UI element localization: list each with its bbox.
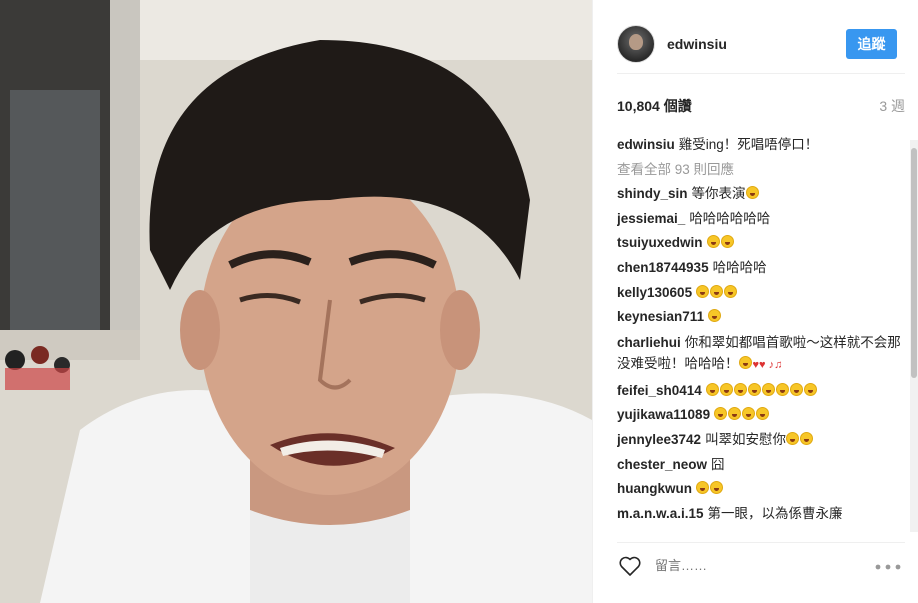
list-item: keynesian711 — [617, 305, 902, 330]
laugh-emoji-icon — [710, 284, 724, 298]
laugh-emoji-icon — [696, 284, 710, 298]
comment-bar — [617, 542, 905, 588]
laugh-emoji-icon — [719, 382, 733, 396]
smile-emoji-icon — [745, 186, 759, 200]
laugh-emoji-icon — [705, 382, 719, 396]
selfie-photo-illustration — [0, 0, 592, 603]
laugh-emoji-icon — [708, 309, 722, 323]
post-stats: 10,804 個讚 3 週 — [617, 96, 905, 116]
post-side-panel: edwinsiu 追蹤 10,804 個讚 3 週 edwinsiu 雞受ing！… — [592, 0, 918, 603]
comment-text: 囧 — [711, 456, 725, 472]
laugh-emoji-icon — [714, 407, 728, 421]
comment-username[interactable]: m.a.n.w.a.i.15 — [617, 506, 704, 521]
laugh-emoji-icon — [742, 407, 756, 421]
laugh-emoji-icon — [710, 481, 723, 495]
more-options-icon[interactable] — [875, 557, 901, 575]
laugh-emoji-icon — [724, 284, 738, 298]
comment-username[interactable]: shindy_sin — [617, 186, 688, 201]
list-item: yujikawa11089 — [617, 403, 902, 428]
comment-username[interactable]: tsuiyuxedwin — [617, 235, 703, 250]
laugh-emoji-icon — [747, 382, 761, 396]
post-header: edwinsiu 追蹤 — [617, 14, 905, 74]
comment-username[interactable]: keynesian711 — [617, 309, 704, 324]
list-item: shindy_sin 等你表演 — [617, 182, 902, 207]
comment-username[interactable]: chen18744935 — [617, 260, 709, 275]
hearts-guitar-mic-music-icons: ♥♥ ♪♫ — [752, 358, 783, 371]
laugh-emoji-icon — [720, 235, 734, 249]
list-item: huangkwun — [617, 477, 902, 502]
likes-count[interactable]: 10,804 個讚 — [617, 96, 692, 116]
laugh-emoji-icon — [800, 431, 814, 445]
laugh-emoji-icon — [738, 355, 752, 369]
laugh-emoji-icon — [696, 481, 709, 495]
comment-username[interactable]: jessiemai_ — [617, 211, 685, 226]
list-item: chester_neow 囧 — [617, 453, 902, 478]
list-item: tsuiyuxedwin — [617, 231, 902, 256]
laugh-emoji-icon — [789, 382, 803, 396]
comment-text: 第一眼，以為係曹永廉 — [707, 505, 843, 521]
comment-username[interactable]: yujikawa11089 — [617, 407, 710, 422]
comment-username[interactable]: huangkwun — [617, 481, 692, 496]
list-item: charliehui 你和翠如都唱首歌啦～这样就不会那没难受啦！哈哈哈！ ♥♥ ♪♫ — [617, 332, 902, 376]
laugh-emoji-icon — [775, 382, 789, 396]
laugh-emoji-icon — [786, 431, 800, 445]
view-all-comments-link[interactable]: 查看全部 93 則回應 — [617, 158, 902, 183]
list-item: jessiemai_ 哈哈哈哈哈哈 — [617, 207, 902, 232]
post-time[interactable]: 3 週 — [879, 96, 905, 116]
comment-text: 叫翠如安慰你 — [705, 431, 787, 447]
laugh-emoji-icon — [761, 382, 775, 396]
avatar[interactable] — [617, 24, 655, 63]
caption: edwinsiu 雞受ing！死唱唔停口！ — [617, 133, 902, 158]
list-item: chen18744935 哈哈哈哈 — [617, 256, 902, 281]
list-item: m.a.n.w.a.i.15 第一眼，以為係曹永廉 — [617, 502, 902, 527]
comment-username[interactable]: jennylee3742 — [617, 432, 701, 447]
list-item: jennylee3742 叫翠如安慰你 — [617, 428, 902, 453]
comment-input[interactable] — [655, 558, 875, 573]
post-username[interactable]: edwinsiu — [667, 36, 846, 52]
list-item: kelly130605 — [617, 281, 902, 306]
laugh-emoji-icon — [706, 235, 720, 249]
comment-username[interactable]: feifei_sh0414 — [617, 383, 702, 398]
comments-scrollbar-thumb[interactable] — [911, 148, 917, 378]
comment-text: 哈哈哈哈 — [712, 259, 767, 275]
post-photo[interactable] — [0, 0, 592, 603]
follow-button[interactable]: 追蹤 — [846, 28, 897, 59]
caption-text: 雞受ing！死唱唔停口！ — [678, 137, 819, 152]
comments-list: edwinsiu 雞受ing！死唱唔停口！ 查看全部 93 則回應 shindy_… — [617, 133, 902, 530]
list-item: feifei_sh0414 — [617, 379, 902, 404]
laugh-emoji-icon — [728, 407, 742, 421]
comment-text: 哈哈哈哈哈哈 — [689, 210, 771, 226]
heart-icon[interactable] — [617, 554, 643, 578]
comment-username[interactable]: kelly130605 — [617, 285, 692, 300]
laugh-emoji-icon — [803, 382, 817, 396]
comment-text: 等你表演 — [691, 186, 746, 202]
laugh-emoji-icon — [756, 407, 770, 421]
comment-username[interactable]: charliehui — [617, 335, 681, 350]
caption-username[interactable]: edwinsiu — [617, 137, 675, 152]
comment-username[interactable]: chester_neow — [617, 457, 707, 472]
laugh-emoji-icon — [733, 382, 747, 396]
